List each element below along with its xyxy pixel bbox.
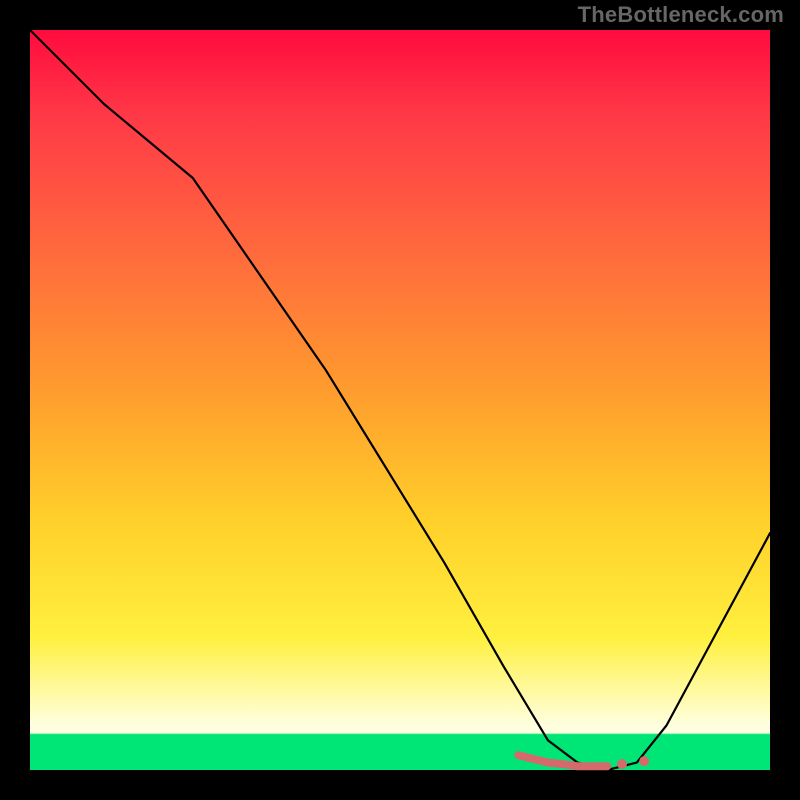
optimal-points-group — [518, 755, 649, 769]
optimal-dot — [639, 756, 649, 766]
bottleneck-curve-path — [30, 30, 770, 770]
curve-layer — [30, 30, 770, 770]
optimal-dot — [617, 759, 627, 769]
watermark-text: TheBottleneck.com — [578, 2, 784, 28]
optimal-smear — [518, 755, 607, 766]
chart-root: TheBottleneck.com — [0, 0, 800, 800]
plot-area — [30, 30, 770, 770]
